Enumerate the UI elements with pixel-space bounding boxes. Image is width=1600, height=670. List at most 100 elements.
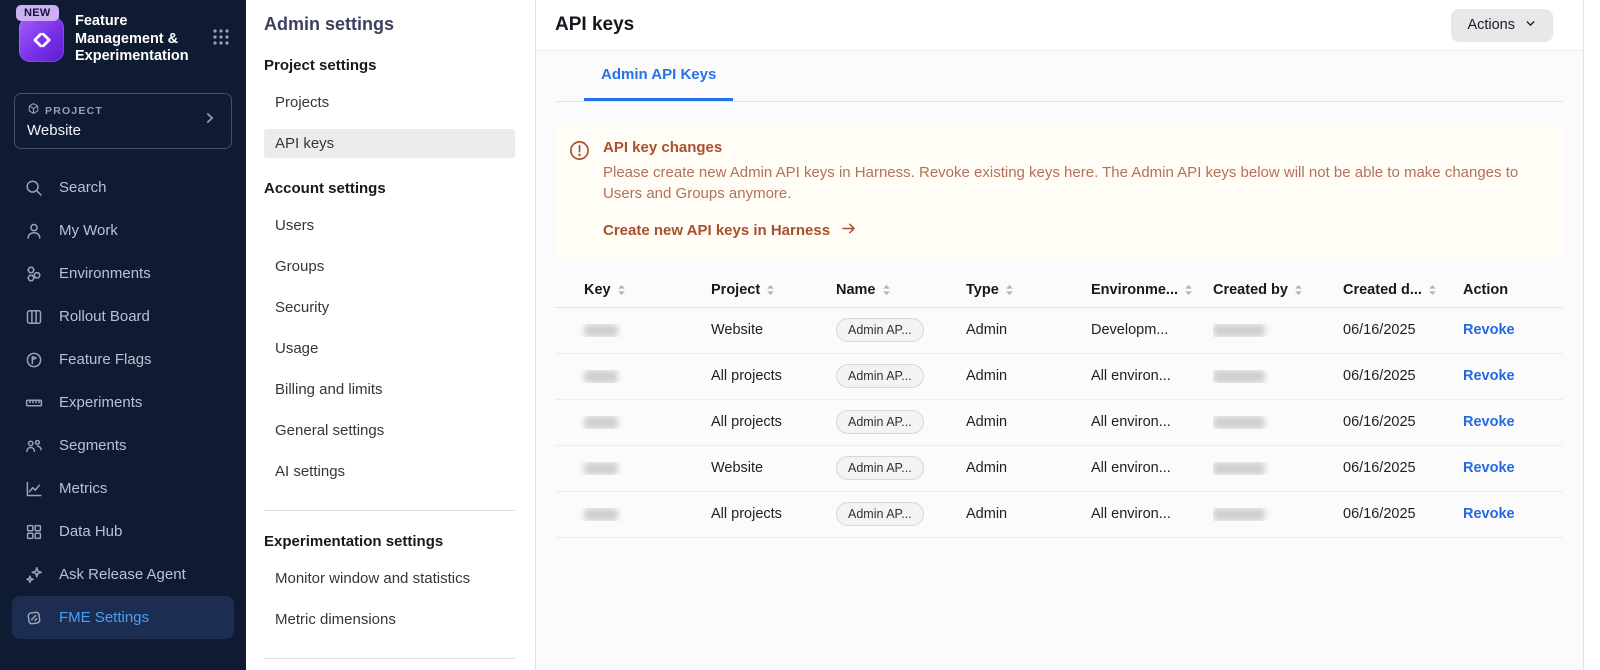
environments-icon <box>24 264 44 284</box>
revoke-link[interactable]: Revoke <box>1463 506 1515 522</box>
column-header-key[interactable]: Key <box>555 282 711 298</box>
sidebar-item-label: Metrics <box>59 480 107 497</box>
column-header-type[interactable]: Type <box>966 282 1091 298</box>
type-cell: Admin <box>966 322 1091 338</box>
sidebar-item-ask-release-agent[interactable]: Ask Release Agent <box>12 553 234 596</box>
type-cell: Admin <box>966 414 1091 430</box>
api-key-name-pill: Admin AP... <box>836 456 924 480</box>
apps-grid-icon[interactable] <box>210 26 232 53</box>
segments-icon <box>24 436 44 456</box>
environment-cell: Developm... <box>1091 322 1213 338</box>
key-cell-redacted <box>555 508 711 521</box>
environment-cell: All environ... <box>1091 460 1213 476</box>
sort-icon[interactable] <box>1005 284 1014 296</box>
settings-item-metric-dimensions[interactable]: Metric dimensions <box>264 605 515 634</box>
sidebar-item-my-work[interactable]: My Work <box>12 209 234 252</box>
created-by-cell-redacted <box>1213 462 1343 475</box>
tab-admin-api-keys[interactable]: Admin API Keys <box>584 51 733 101</box>
revoke-link[interactable]: Revoke <box>1463 322 1515 338</box>
sidebar-item-segments[interactable]: Segments <box>12 424 234 467</box>
sidebar-item-label: My Work <box>59 222 118 239</box>
api-key-name-pill: Admin AP... <box>836 502 924 526</box>
sidebar-item-rollout-board[interactable]: Rollout Board <box>12 295 234 338</box>
created-by-cell-redacted <box>1213 324 1343 337</box>
settings-item-api-keys[interactable]: API keys <box>264 129 515 158</box>
api-key-name-pill: Admin AP... <box>836 364 924 388</box>
name-cell: Admin AP... <box>836 410 966 434</box>
column-header-project[interactable]: Project <box>711 282 836 298</box>
name-cell: Admin AP... <box>836 456 966 480</box>
sidebar-item-label: Environments <box>59 265 151 282</box>
sort-icon[interactable] <box>1184 284 1193 296</box>
revoke-link[interactable]: Revoke <box>1463 414 1515 430</box>
chevron-right-icon <box>201 109 219 132</box>
project-cube-icon <box>27 102 40 120</box>
search-icon <box>24 178 44 198</box>
project-cell: Website <box>711 322 836 338</box>
environment-cell: All environ... <box>1091 414 1213 430</box>
experiments-icon <box>24 393 44 413</box>
sidebar-item-label: Search <box>59 179 107 196</box>
settings-section-heading-project-settings: Project settings <box>264 57 515 74</box>
sidebar-item-search[interactable]: Search <box>12 166 234 209</box>
alert-circle-icon <box>569 139 590 241</box>
table-row: WebsiteAdmin AP...AdminDevelopm...06/16/… <box>555 308 1563 354</box>
settings-item-groups[interactable]: Groups <box>264 252 515 281</box>
settings-nav-sections: Project settingsProjectsAPI keysAccount … <box>264 57 515 670</box>
sort-icon[interactable] <box>1294 284 1303 296</box>
action-cell: Revoke <box>1463 414 1563 430</box>
sidebar-item-data-hub[interactable]: Data Hub <box>12 510 234 553</box>
sidebar-item-metrics[interactable]: Metrics <box>12 467 234 510</box>
table-row: All projectsAdmin AP...AdminAll environ.… <box>555 400 1563 446</box>
feature-flags-icon <box>24 350 44 370</box>
settings-item-ai-settings[interactable]: AI settings <box>264 457 515 486</box>
settings-item-monitor-window-and-statistics[interactable]: Monitor window and statistics <box>264 564 515 593</box>
settings-item-billing-and-limits[interactable]: Billing and limits <box>264 375 515 404</box>
create-api-keys-link[interactable]: Create new API keys in Harness <box>603 220 857 241</box>
revoke-link[interactable]: Revoke <box>1463 368 1515 384</box>
sidebar-nav: Search My Work Environments Rollout BoardFe… <box>0 166 246 639</box>
table-row: All projectsAdmin AP...AdminAll environ.… <box>555 354 1563 400</box>
sidebar-item-environments[interactable]: Environments <box>12 252 234 295</box>
project-cell: All projects <box>711 506 836 522</box>
settings-nav: Admin settings Project settingsProjectsA… <box>246 0 536 670</box>
sort-icon[interactable] <box>1428 284 1437 296</box>
settings-item-projects[interactable]: Projects <box>264 88 515 117</box>
name-cell: Admin AP... <box>836 318 966 342</box>
sidebar-item-experiments[interactable]: Experiments <box>12 381 234 424</box>
table-row: All projectsAdmin AP...AdminAll environ.… <box>555 492 1563 538</box>
created-by-cell-redacted <box>1213 370 1343 383</box>
revoke-link[interactable]: Revoke <box>1463 460 1515 476</box>
column-header-created-by[interactable]: Created by <box>1213 282 1343 298</box>
column-header-environme[interactable]: Environme... <box>1091 282 1213 298</box>
table-body: WebsiteAdmin AP...AdminDevelopm...06/16/… <box>555 308 1563 538</box>
project-selector[interactable]: PROJECT Website <box>14 93 232 149</box>
new-badge: NEW <box>16 5 59 21</box>
sort-icon[interactable] <box>766 284 775 296</box>
environment-cell: All environ... <box>1091 506 1213 522</box>
settings-section-heading-experimentation-settings: Experimentation settings <box>264 533 515 550</box>
sort-icon[interactable] <box>617 284 626 296</box>
settings-item-general-settings[interactable]: General settings <box>264 416 515 445</box>
project-label: PROJECT <box>45 105 103 117</box>
settings-section-divider <box>264 658 515 659</box>
settings-item-usage[interactable]: Usage <box>264 334 515 363</box>
sort-icon[interactable] <box>882 284 891 296</box>
type-cell: Admin <box>966 460 1091 476</box>
settings-section-divider <box>264 510 515 511</box>
key-cell-redacted <box>555 324 711 337</box>
settings-item-security[interactable]: Security <box>264 293 515 322</box>
sidebar-item-label: Data Hub <box>59 523 122 540</box>
sidebar-item-label: Ask Release Agent <box>59 566 186 583</box>
settings-item-users[interactable]: Users <box>264 211 515 240</box>
actions-button[interactable]: Actions <box>1451 9 1553 42</box>
user-icon <box>24 221 44 241</box>
name-cell: Admin AP... <box>836 502 966 526</box>
sidebar-item-feature-flags[interactable]: Feature Flags <box>12 338 234 381</box>
vertical-scrollbar[interactable] <box>1583 0 1600 670</box>
split-logo-icon <box>19 17 64 62</box>
column-header-name[interactable]: Name <box>836 282 966 298</box>
column-header-created-d[interactable]: Created d... <box>1343 282 1463 298</box>
sidebar-item-fme-settings[interactable]: FME Settings <box>12 596 234 639</box>
environment-cell: All environ... <box>1091 368 1213 384</box>
